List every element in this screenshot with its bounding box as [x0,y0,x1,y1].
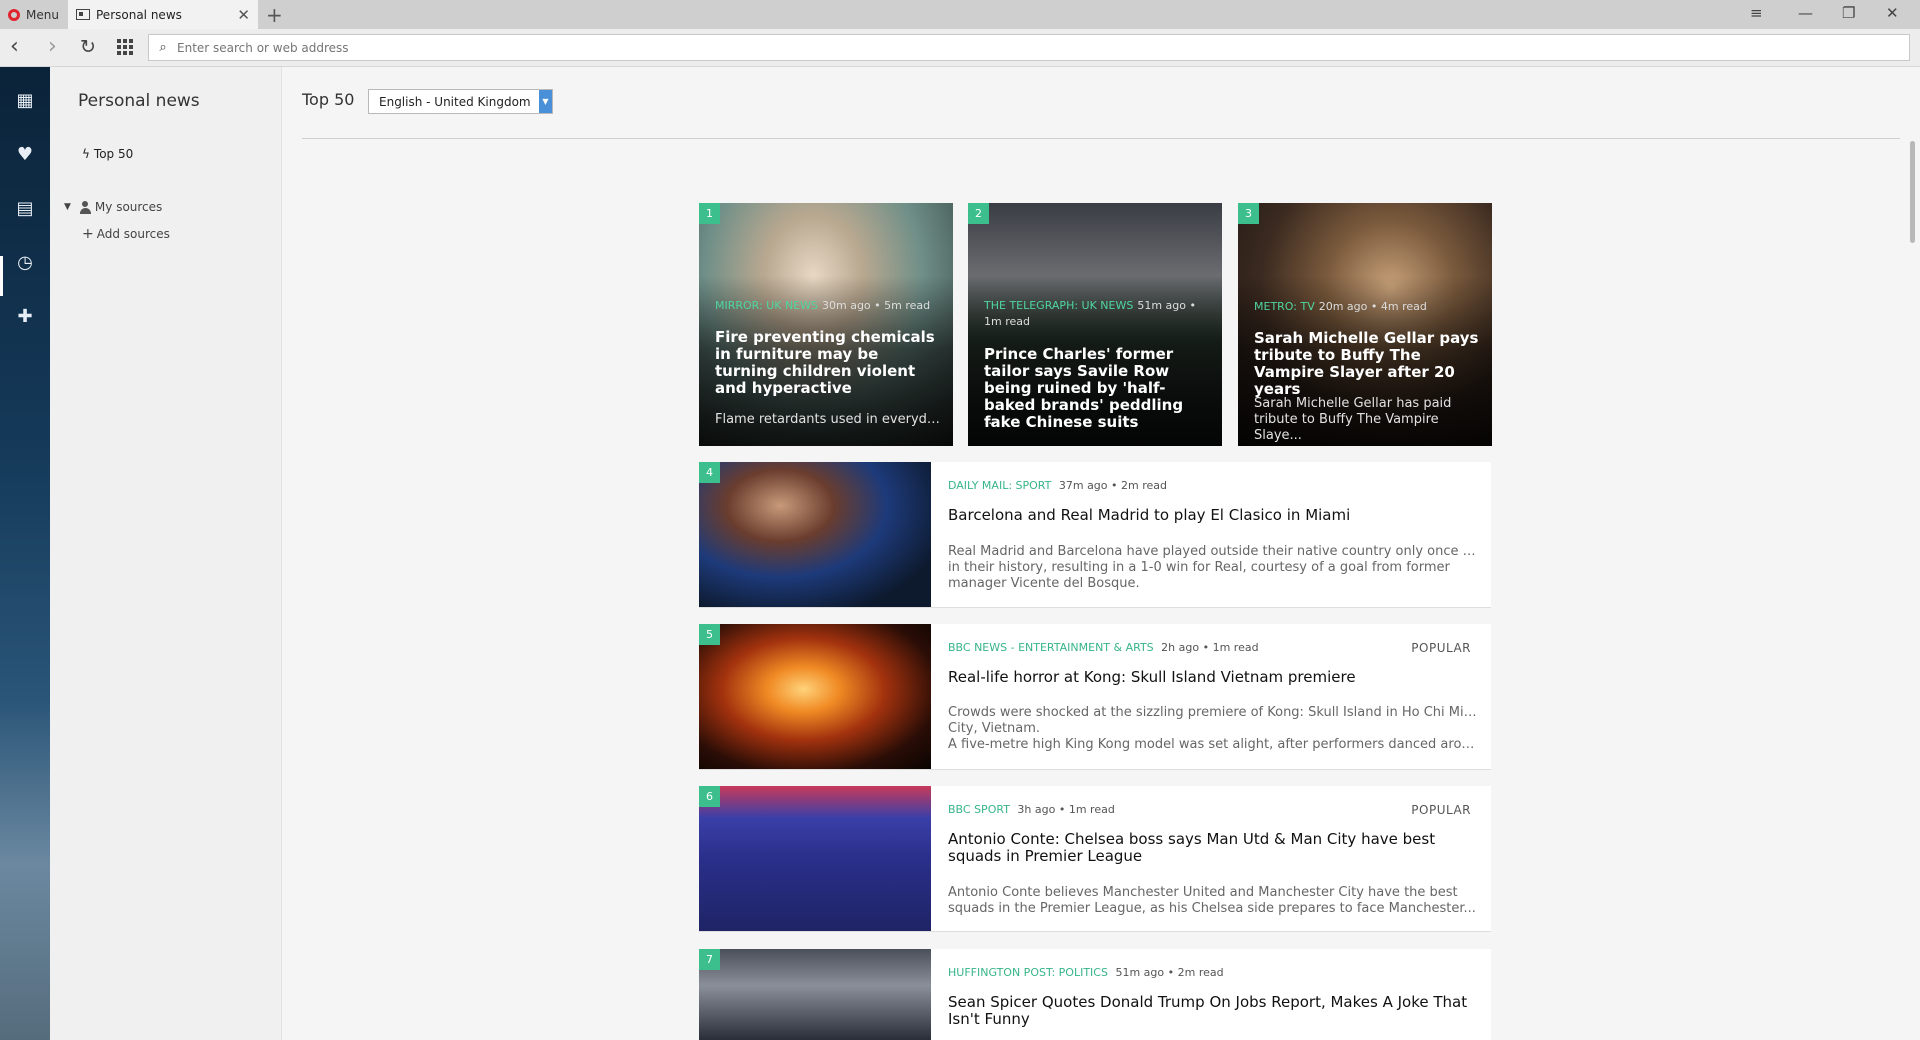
card-time: 20m ago • 4m read [1318,300,1427,313]
news-card[interactable]: 3 METRO: TV 20m ago • 4m read Sarah Miche… [1238,203,1492,446]
list-item[interactable]: 4 DAILY MAIL: SPORT 37m ago • 2m read Ba… [699,462,1491,607]
card-meta: MIRROR: UK NEWS 30m ago • 5m read [715,298,941,314]
address-bar: ‹ › ↻ ⌕ [0,29,1920,67]
rank-badge: 5 [699,624,720,645]
item-title[interactable]: Antonio Conte: Chelsea boss says Man Utd… [948,831,1473,865]
divider [302,138,1900,139]
rank-badge: 1 [699,203,720,224]
person-icon [79,200,92,214]
item-thumbnail [699,624,931,769]
item-source[interactable]: BBC SPORT [948,803,1010,816]
my-sources-label: My sources [94,200,163,214]
list-item[interactable]: 7 HUFFINGTON POST: POLITICS 51m ago • 2m… [699,949,1491,1040]
speed-dial-button[interactable] [117,39,133,55]
chevron-down-icon[interactable]: ▼ [539,90,552,113]
language-value: English - United Kingdom [379,94,531,109]
card-meta: THE TELEGRAPH: UK NEWS 51m ago • 1m read [984,298,1210,330]
panel-item-top50-label: Top 50 [93,147,134,161]
item-thumbnail [699,462,931,607]
item-time: 2h ago • 1m read [1161,641,1259,654]
back-button[interactable]: ‹ [10,35,19,59]
item-time: 51m ago • 2m read [1115,966,1224,979]
menu-label: Menu [26,7,59,22]
sidebar-active-indicator [0,256,3,296]
news-panel: Personal news ϟ Top 50 ▼ My sources + Ad… [50,67,282,1040]
address-input[interactable] [177,40,1877,55]
card-title[interactable]: Sarah Michelle Gellar pays tribute to Bu… [1254,330,1480,398]
item-meta: HUFFINGTON POST: POLITICS 51m ago • 2m r… [948,966,1224,979]
card-source[interactable]: METRO: TV [1254,300,1315,313]
card-desc: Flame retardants used in everyday... [715,412,941,427]
panel-title: Personal news [78,91,200,111]
menu-button[interactable]: Menu [0,0,66,29]
item-title[interactable]: Real-life horror at Kong: Skull Island V… [948,669,1473,686]
rank-badge: 2 [968,203,989,224]
popular-badge: POPULAR [1411,641,1471,655]
card-meta: METRO: TV 20m ago • 4m read [1254,299,1480,315]
item-desc: Antonio Conte believes Manchester United… [948,885,1476,916]
panel-item-top50[interactable]: ϟ Top 50 [82,147,133,161]
card-desc: Sarah Michelle Gellar has paid tribute t… [1254,396,1452,443]
item-thumbnail [699,949,931,1040]
new-tab-button[interactable]: + [266,3,283,27]
add-sources-label: Add sources [96,227,170,241]
card-source[interactable]: THE TELEGRAPH: UK NEWS [984,299,1133,312]
news-card[interactable]: 2 THE TELEGRAPH: UK NEWS 51m ago • 1m rea… [968,203,1222,446]
item-source[interactable]: BBC NEWS - ENTERTAINMENT & ARTS [948,641,1154,654]
item-meta: BBC SPORT 3h ago • 1m read [948,803,1115,816]
list-item[interactable]: 5 BBC NEWS - ENTERTAINMENT & ARTS 2h ago… [699,624,1491,769]
tab-menu-icon[interactable]: ≡ [1750,4,1763,22]
rank-badge: 3 [1238,203,1259,224]
minimize-icon[interactable]: — [1798,4,1813,22]
card-title[interactable]: Fire preventing chemicals in furniture m… [715,329,941,397]
main-heading: Top 50 [302,90,355,109]
heart-icon[interactable]: ♥ [13,143,37,167]
extensions-icon[interactable]: ✚ [13,305,37,329]
language-select[interactable]: English - United Kingdom ▼ [368,89,553,114]
list-item[interactable]: 6 BBC SPORT 3h ago • 1m read POPULAR Ant… [699,786,1491,931]
close-tab-icon[interactable]: ✕ [237,6,250,24]
item-source[interactable]: DAILY MAIL: SPORT [948,479,1051,492]
sidebar: ▦ ♥ ▤ ◷ ✚ [0,67,50,1040]
plus-icon: + [82,226,94,242]
rank-badge: 6 [699,786,720,807]
item-time: 3h ago • 1m read [1017,803,1115,816]
panel-item-my-sources[interactable]: ▼ My sources [64,200,162,214]
reload-button[interactable]: ↻ [80,35,96,59]
address-field[interactable]: ⌕ [148,34,1910,61]
tab-bar: Menu Personal news ✕ + ≡ — ❐ ✕ [0,0,1920,29]
search-icon: ⌕ [159,40,167,55]
rank-badge: 4 [699,462,720,483]
history-icon[interactable]: ◷ [13,251,37,275]
tab-title: Personal news [96,7,182,22]
item-source[interactable]: HUFFINGTON POST: POLITICS [948,966,1108,979]
caret-down-icon[interactable]: ▼ [64,202,71,212]
item-desc: Real Madrid and Barcelona have played ou… [948,544,1478,591]
add-sources-button[interactable]: + Add sources [82,226,170,242]
rank-badge: 7 [699,949,720,970]
card-desc: ... [984,413,997,428]
news-tab-icon [76,9,90,20]
tab-personal-news[interactable]: Personal news ✕ [68,0,258,29]
speed-dial-icon[interactable]: ▦ [13,89,37,113]
opera-logo-icon [8,8,20,21]
card-source[interactable]: MIRROR: UK NEWS [715,299,818,312]
lightning-icon: ϟ [82,147,90,161]
scrollbar-thumb[interactable] [1910,141,1915,243]
item-meta: DAILY MAIL: SPORT 37m ago • 2m read [948,479,1167,492]
restore-icon[interactable]: ❐ [1842,4,1855,22]
news-card[interactable]: 1 MIRROR: UK NEWS 30m ago • 5m read Fire … [699,203,953,446]
forward-button[interactable]: › [48,35,57,59]
item-desc: Crowds were shocked at the sizzling prem… [948,705,1478,752]
item-meta: BBC NEWS - ENTERTAINMENT & ARTS 2h ago •… [948,641,1259,654]
item-thumbnail [699,786,931,931]
news-icon[interactable]: ▤ [13,197,37,221]
item-time: 37m ago • 2m read [1058,479,1167,492]
item-title[interactable]: Barcelona and Real Madrid to play El Cla… [948,507,1473,524]
item-title[interactable]: Sean Spicer Quotes Donald Trump On Jobs … [948,994,1473,1028]
card-time: 30m ago • 5m read [822,299,931,312]
popular-badge: POPULAR [1411,803,1471,817]
close-window-icon[interactable]: ✕ [1886,4,1899,22]
